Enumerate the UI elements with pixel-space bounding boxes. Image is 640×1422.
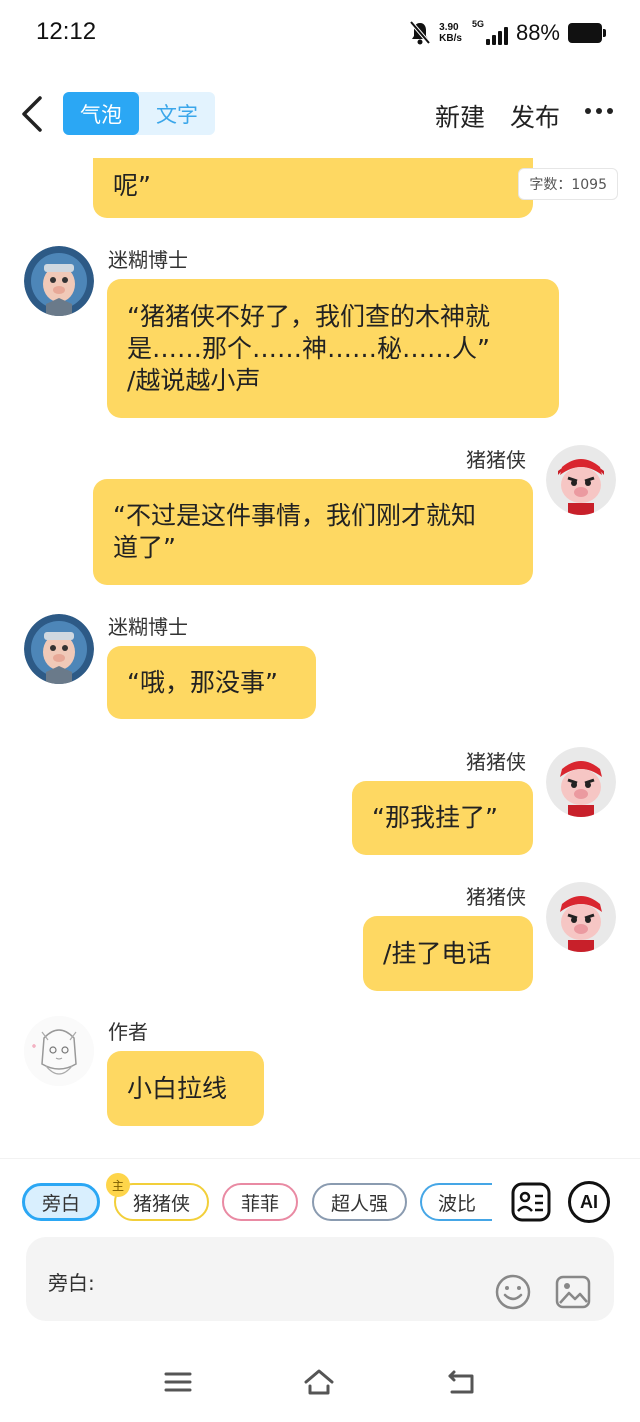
avatar-dr-mihu[interactable] bbox=[24, 614, 94, 684]
publish-button[interactable]: 发布 bbox=[510, 98, 560, 134]
dr-mihu-avatar-icon bbox=[24, 246, 94, 316]
author-avatar-icon bbox=[24, 1016, 94, 1086]
avatar-dr-mihu[interactable] bbox=[24, 246, 94, 316]
zhuzhuxia-avatar-icon bbox=[546, 445, 616, 515]
zhuzhuxia-avatar-icon bbox=[546, 747, 616, 817]
return-icon[interactable] bbox=[446, 1366, 478, 1398]
message-input[interactable] bbox=[106, 1257, 486, 1301]
message-bubble[interactable]: 小白拉线 bbox=[107, 1051, 264, 1126]
speaker-name: 猪猪侠 bbox=[466, 448, 526, 472]
avatar-zhuzhuxia[interactable] bbox=[546, 445, 616, 515]
tab-text[interactable]: 文字 bbox=[139, 92, 215, 135]
role-label: 猪猪侠 bbox=[132, 1192, 190, 1215]
message-bubble[interactable]: “不过是这件事情，我们刚才就知 道了” bbox=[93, 479, 533, 585]
message-text: 小白拉线 bbox=[127, 1073, 228, 1103]
mode-toggle: 气泡 文字 bbox=[63, 92, 215, 135]
role-label: 旁白 bbox=[41, 1192, 80, 1215]
speaker-name: 猪猪侠 bbox=[466, 750, 526, 774]
role-chip-zhuzhuxia[interactable]: 主 猪猪侠 bbox=[106, 1173, 209, 1221]
new-button[interactable]: 新建 bbox=[435, 98, 485, 134]
battery-percent: 88% bbox=[515, 20, 560, 45]
speaker-name: 作者 bbox=[108, 1020, 148, 1044]
speed-unit: KB/s bbox=[439, 33, 462, 44]
message-text: 呢” bbox=[113, 171, 151, 200]
header: 气泡 文字 新建 发布 bbox=[0, 80, 640, 152]
message-bubble[interactable]: /挂了电话 bbox=[363, 916, 533, 991]
chat-area[interactable]: 字数：1095 呢” 迷糊博士 “猪猪侠不好了，我们查的木神就 是……那个……神… bbox=[0, 158, 640, 1156]
message-text: “不过是这件事情，我们刚才就知 道了” bbox=[113, 501, 476, 562]
role-chip-narrator[interactable]: 旁白 bbox=[22, 1183, 100, 1221]
message-bubble[interactable]: “哦，那没事” bbox=[107, 646, 316, 719]
network-speed: 3.90 KB/s bbox=[439, 22, 462, 44]
system-nav-bar bbox=[0, 1342, 640, 1422]
speaker-name: 猪猪侠 bbox=[466, 885, 526, 909]
message-text: “哦，那没事” bbox=[127, 667, 278, 697]
message-text: “猪猪侠不好了，我们查的木神就 是……那个……神……秘……人” /越说越小声 bbox=[127, 301, 490, 395]
avatar-zhuzhuxia[interactable] bbox=[546, 882, 616, 952]
more-icon[interactable] bbox=[584, 106, 614, 116]
bell-mute-icon bbox=[409, 20, 431, 45]
message-bubble[interactable]: “那我挂了” bbox=[352, 781, 533, 855]
role-chip-bobi[interactable]: 波比 bbox=[420, 1183, 492, 1221]
input-box: 旁白: bbox=[26, 1237, 614, 1321]
word-count: 字数：1095 bbox=[518, 168, 618, 200]
back-icon[interactable] bbox=[16, 92, 50, 136]
dr-mihu-avatar-icon bbox=[24, 614, 94, 684]
main-role-badge: 主 bbox=[106, 1173, 130, 1197]
message-text: “那我挂了” bbox=[372, 803, 498, 832]
role-chip-feifei[interactable]: 菲菲 bbox=[222, 1183, 298, 1221]
image-icon[interactable] bbox=[554, 1273, 592, 1311]
speed-value: 3.90 bbox=[439, 22, 459, 33]
role-label: 超人强 bbox=[330, 1192, 388, 1215]
status-indicators: 3.90 KB/s 5G 88% bbox=[409, 18, 606, 48]
speaker-name: 迷糊博士 bbox=[108, 248, 188, 272]
role-label: 菲菲 bbox=[240, 1192, 279, 1215]
ai-icon[interactable]: AI bbox=[568, 1181, 610, 1223]
speaker-name: 迷糊博士 bbox=[108, 615, 188, 639]
role-selector-bar: 旁白 主 猪猪侠 菲菲 超人强 波比 AI bbox=[0, 1158, 640, 1242]
status-bar: 12:12 3.90 KB/s 5G 88% bbox=[0, 0, 640, 68]
avatar-zhuzhuxia[interactable] bbox=[546, 747, 616, 817]
role-label: 波比 bbox=[437, 1192, 476, 1215]
zhuzhuxia-avatar-icon bbox=[546, 882, 616, 952]
input-role-label: 旁白: bbox=[48, 1271, 95, 1295]
message-text: /挂了电话 bbox=[383, 938, 492, 968]
menu-icon[interactable] bbox=[162, 1366, 194, 1398]
role-chip-chaorenqiang[interactable]: 超人强 bbox=[312, 1183, 407, 1221]
home-icon[interactable] bbox=[303, 1366, 335, 1398]
status-time: 12:12 bbox=[36, 18, 97, 45]
tab-bubble[interactable]: 气泡 bbox=[63, 92, 139, 135]
battery-icon bbox=[568, 23, 606, 43]
network-type: 5G bbox=[471, 19, 484, 29]
emoji-icon[interactable] bbox=[494, 1273, 532, 1311]
role-card-icon[interactable] bbox=[510, 1181, 552, 1223]
signal-icon: 5G bbox=[470, 19, 508, 45]
avatar-author[interactable] bbox=[24, 1016, 94, 1086]
message-bubble[interactable]: “猪猪侠不好了，我们查的木神就 是……那个……神……秘……人” /越说越小声 bbox=[107, 279, 559, 418]
message-bubble[interactable]: 呢” bbox=[93, 158, 533, 218]
